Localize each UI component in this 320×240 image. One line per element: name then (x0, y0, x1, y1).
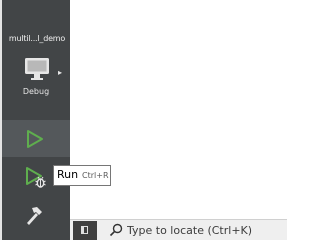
build-button[interactable] (2, 198, 70, 234)
search-icon (109, 223, 123, 237)
run-tooltip: Run Ctrl+R (53, 165, 111, 186)
sidebar-toggle-button[interactable] (73, 221, 97, 240)
locator-bar (70, 219, 287, 240)
debug-run-icon (26, 167, 46, 188)
play-icon (27, 130, 43, 148)
mode-sidebar: multil...l_demo ▸ Debug (2, 0, 70, 240)
project-name: multil...l_demo (8, 34, 66, 43)
hammer-icon (27, 207, 42, 225)
build-config-label: Debug (22, 87, 50, 96)
run-button[interactable] (2, 120, 70, 157)
kit-selector-button[interactable]: ▸ Debug (2, 48, 70, 104)
tooltip-action-name: Run (57, 168, 79, 181)
sidebar-toggle-icon (81, 226, 88, 234)
locator-input[interactable] (127, 221, 285, 239)
tooltip-shortcut: Ctrl+R (82, 171, 109, 180)
chevron-right-icon: ▸ (58, 68, 63, 77)
monitor-icon (25, 58, 49, 80)
